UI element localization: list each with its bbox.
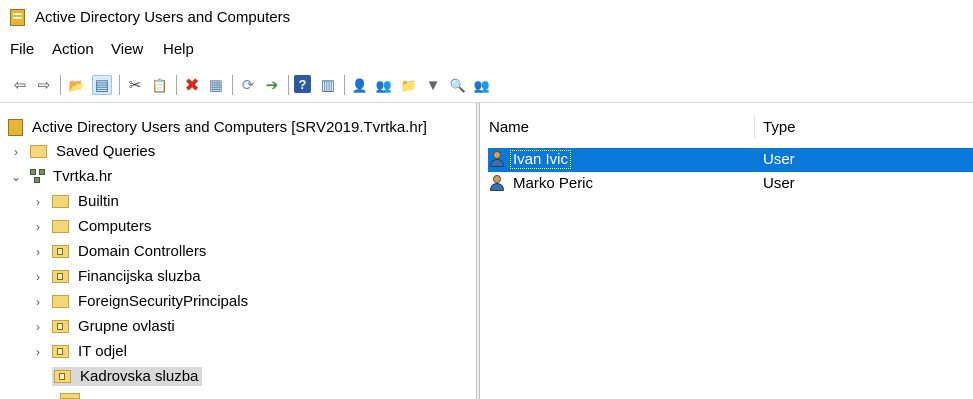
add-to-group-icon[interactable]: 👥 — [472, 75, 492, 95]
cut-icon[interactable]: ✂ — [125, 75, 145, 95]
tree-root[interactable]: Active Directory Users and Computers [SR… — [8, 115, 427, 140]
chevron-right-icon[interactable]: › — [8, 145, 24, 159]
forward-icon[interactable]: ⇨ — [34, 75, 54, 95]
tree-item-label: IT odjel — [78, 343, 127, 360]
results-pane: Name Type Ivan Ivic User Marko Peric Use… — [481, 103, 973, 399]
ou-icon — [54, 370, 71, 383]
cell-type: User — [763, 175, 795, 192]
ou-icon — [52, 245, 69, 258]
toolbar: ⇦ ⇨ 📂 ▤ ✂ 📋 ✖ ▦ ⟳ ➔ ? ▥ 👤 👥 📁 ▼ 🔍 👥 — [0, 66, 973, 102]
tree-item-grupne-ovlasti[interactable]: › Grupne ovlasti — [30, 314, 175, 339]
ou-icon — [52, 270, 69, 283]
chevron-right-icon[interactable]: › — [30, 295, 46, 309]
show-hide-tree-icon[interactable]: ▤ — [92, 75, 112, 95]
aduc-app-icon — [10, 9, 25, 26]
refresh-icon[interactable]: ⟳ — [238, 75, 258, 95]
content-area: Active Directory Users and Computers [SR… — [0, 102, 973, 399]
window-title: Active Directory Users and Computers — [35, 9, 291, 26]
aduc-root-icon — [8, 119, 23, 136]
tree-item-label: Saved Queries — [56, 143, 156, 160]
title-bar: Active Directory Users and Computers — [0, 0, 973, 36]
new-user-icon[interactable]: 👤 — [350, 75, 370, 95]
user-icon — [489, 151, 505, 168]
cell-name: Ivan Ivic — [510, 150, 572, 169]
menu-help[interactable]: Help — [163, 41, 194, 58]
folder-icon — [52, 195, 69, 208]
list-row-ivan-ivic[interactable]: Ivan Ivic User — [488, 148, 973, 172]
menu-view[interactable]: View — [111, 41, 143, 58]
folder-icon — [52, 220, 69, 233]
console-tree: Active Directory Users and Computers [SR… — [0, 113, 476, 399]
domain-icon — [30, 169, 47, 184]
list-row-marko-peric[interactable]: Marko Peric User — [488, 172, 973, 196]
tree-item-label: Computers — [78, 218, 152, 235]
chevron-right-icon[interactable]: › — [30, 270, 46, 284]
tree-item-domain[interactable]: ⌄ Tvrtka.hr — [8, 164, 112, 189]
tree-root-label: Active Directory Users and Computers [SR… — [32, 119, 427, 136]
show-pane-icon[interactable]: ▥ — [318, 75, 338, 95]
folder-icon — [60, 393, 80, 399]
user-icon — [489, 175, 505, 192]
ou-icon — [52, 345, 69, 358]
column-divider[interactable] — [754, 115, 755, 139]
menu-file[interactable]: File — [10, 41, 34, 58]
filter-icon[interactable]: ▼ — [423, 75, 443, 95]
tree-item-label: Tvrtka.hr — [53, 168, 113, 185]
chevron-right-icon[interactable]: › — [30, 320, 46, 334]
up-folder-icon[interactable]: 📂 — [67, 75, 87, 95]
tree-item-label: Grupne ovlasti — [78, 318, 175, 335]
copy-icon[interactable]: 📋 — [150, 75, 170, 95]
back-icon[interactable]: ⇦ — [10, 75, 30, 95]
tree-item-saved-queries[interactable]: › Saved Queries — [8, 139, 155, 164]
chevron-right-icon[interactable]: › — [30, 220, 46, 234]
chevron-right-icon[interactable]: › — [30, 245, 46, 259]
tree-item-label: Domain Controllers — [78, 243, 207, 260]
tree-item-label: Builtin — [78, 193, 119, 210]
tree-item-foreign-security-principals[interactable]: › ForeignSecurityPrincipals — [30, 289, 248, 314]
cell-name: Marko Peric — [513, 175, 594, 192]
tree-item-label: Financijska sluzba — [78, 268, 201, 285]
chevron-down-icon[interactable]: ⌄ — [8, 170, 24, 184]
chevron-right-icon[interactable]: › — [30, 195, 46, 209]
tree-item-label: Kadrovska sluzba — [80, 368, 199, 385]
new-ou-icon[interactable]: 📁 — [399, 75, 419, 95]
tree-item-computers[interactable]: › Computers — [30, 214, 151, 239]
tree-item-it-odjel[interactable]: › IT odjel — [30, 339, 127, 364]
tree-item-label: ForeignSecurityPrincipals — [78, 293, 249, 310]
menu-action[interactable]: Action — [52, 41, 94, 58]
tree-item-kadrovska-sluzba[interactable]: Kadrovska sluzba — [30, 364, 203, 389]
column-header-name[interactable]: Name — [489, 119, 529, 136]
ou-icon — [52, 320, 69, 333]
export-list-icon[interactable]: ➔ — [262, 75, 282, 95]
delete-icon[interactable]: ✖ — [182, 75, 202, 95]
column-header-type[interactable]: Type — [763, 119, 796, 136]
pane-splitter[interactable] — [476, 103, 480, 399]
folder-icon — [52, 295, 69, 308]
cell-type: User — [763, 151, 795, 168]
tree-item-financijska-sluzba[interactable]: › Financijska sluzba — [30, 264, 201, 289]
tree-item-builtin[interactable]: › Builtin — [30, 189, 119, 214]
tree-item-domain-controllers[interactable]: › Domain Controllers — [30, 239, 206, 264]
new-group-icon[interactable]: 👥 — [374, 75, 394, 95]
menu-bar: File Action View Help — [0, 36, 973, 66]
folder-icon — [30, 145, 47, 158]
properties-icon[interactable]: ▦ — [206, 75, 226, 95]
find-icon[interactable]: 🔍 — [448, 75, 468, 95]
help-icon[interactable]: ? — [294, 75, 311, 93]
chevron-right-icon[interactable]: › — [30, 345, 46, 359]
